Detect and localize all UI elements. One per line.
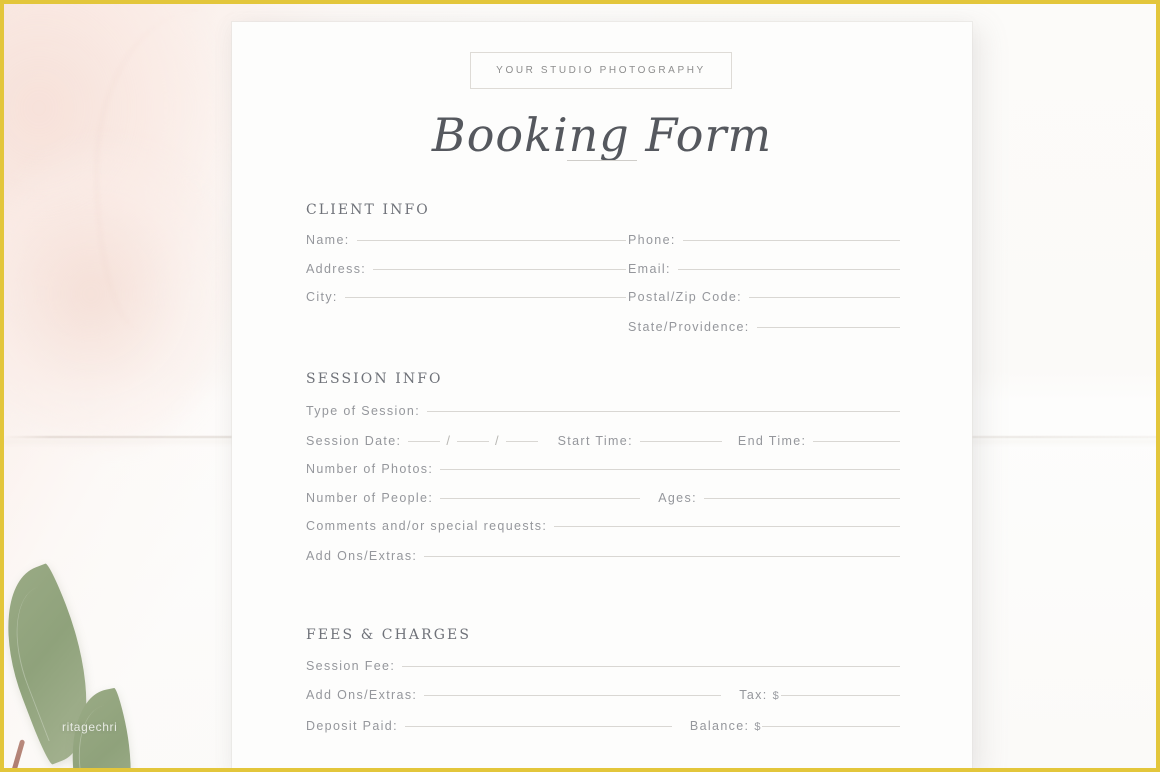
field-label: Address: [306,262,367,276]
write-line-start-time[interactable] [639,441,722,442]
field-number-of-photos[interactable]: Number of Photos: [306,462,900,476]
write-line[interactable] [373,269,626,270]
field-label: Name: [306,233,350,247]
field-number-of-people[interactable]: Number of People: Ages: [306,491,900,505]
write-line-ages[interactable] [703,498,900,499]
studio-name-box: YOUR STUDIO PHOTOGRAPHY [470,52,732,89]
write-line[interactable] [424,556,900,557]
field-add-ons-extras-fee[interactable]: Add Ons/Extras: Tax: $ [306,688,900,702]
field-label: City: [306,290,338,304]
page-title: Booking Form [431,108,773,162]
field-label-ages: Ages: [658,491,697,505]
section-heading-fees-charges: FEES & CHARGES [306,627,472,643]
write-line[interactable] [677,269,900,270]
field-email[interactable]: Email: [628,262,900,276]
write-line[interactable] [440,498,641,499]
field-type-of-session[interactable]: Type of Session: [306,404,900,418]
write-line[interactable] [427,411,900,412]
field-city[interactable]: City: [306,290,626,304]
field-label: Number of People: [306,491,434,505]
field-label: Email: [628,262,671,276]
field-label-start-time: Start Time: [557,434,633,448]
field-label: Postal/Zip Code: [628,290,743,304]
field-label: Session Fee: [306,659,396,673]
write-line[interactable] [404,726,672,727]
write-line[interactable] [749,297,900,298]
section-heading-client-info: CLIENT INFO [306,202,430,218]
field-label: Comments and/or special requests: [306,519,548,533]
field-address[interactable]: Address: [306,262,626,276]
field-session-fee[interactable]: Session Fee: [306,659,900,673]
field-label: Number of Photos: [306,462,434,476]
field-label: Add Ons/Extras: [306,549,418,563]
write-line[interactable] [554,526,900,527]
write-line[interactable] [424,695,722,696]
field-name[interactable]: Name: [306,233,626,247]
field-deposit-paid[interactable]: Deposit Paid: Balance: $ [306,719,900,733]
studio-name-label: YOUR STUDIO PHOTOGRAPHY [496,65,706,76]
section-heading-session-info: SESSION INFO [306,371,443,387]
field-label: Add Ons/Extras: [306,688,418,702]
field-label-end-time: End Time: [737,434,807,448]
watermark-text: ritagechri [62,720,118,734]
write-line-balance[interactable] [762,726,900,727]
date-separator: / [495,433,499,448]
field-label-balance: Balance: [689,719,750,733]
field-label: Type of Session: [306,404,421,418]
date-separator: / [446,433,450,448]
field-add-ons-extras-session[interactable]: Add Ons/Extras: [306,549,900,563]
write-line-day[interactable] [457,441,489,442]
write-line-tax[interactable] [780,695,900,696]
write-line[interactable] [756,327,900,328]
field-label: Session Date: [306,434,402,448]
field-label: Deposit Paid: [306,719,398,733]
field-label-tax: Tax: [739,688,768,702]
field-label: Phone: [628,233,676,247]
write-line[interactable] [356,240,626,241]
currency-symbol: $ [772,690,779,702]
booking-form-sheet: YOUR STUDIO PHOTOGRAPHY Booking Form CLI… [232,22,972,768]
write-line-end-time[interactable] [813,441,900,442]
write-line[interactable] [344,297,626,298]
field-label: State/Providence: [628,320,750,334]
title-divider [567,160,637,161]
currency-symbol: $ [754,721,761,733]
write-line[interactable] [402,666,900,667]
field-comments-special-requests[interactable]: Comments and/or special requests: [306,519,900,533]
image-frame: ritagechri YOUR STUDIO PHOTOGRAPHY Booki… [0,0,1160,772]
write-line[interactable] [440,469,900,470]
field-postal-zip-code[interactable]: Postal/Zip Code: [628,290,900,304]
field-state-providence[interactable]: State/Providence: [628,320,900,334]
write-line[interactable] [682,240,900,241]
write-line-year[interactable] [505,441,538,442]
write-line-month[interactable] [408,441,441,442]
field-session-date[interactable]: Session Date: / / Start Time: End Time: [306,433,900,448]
field-phone[interactable]: Phone: [628,233,900,247]
